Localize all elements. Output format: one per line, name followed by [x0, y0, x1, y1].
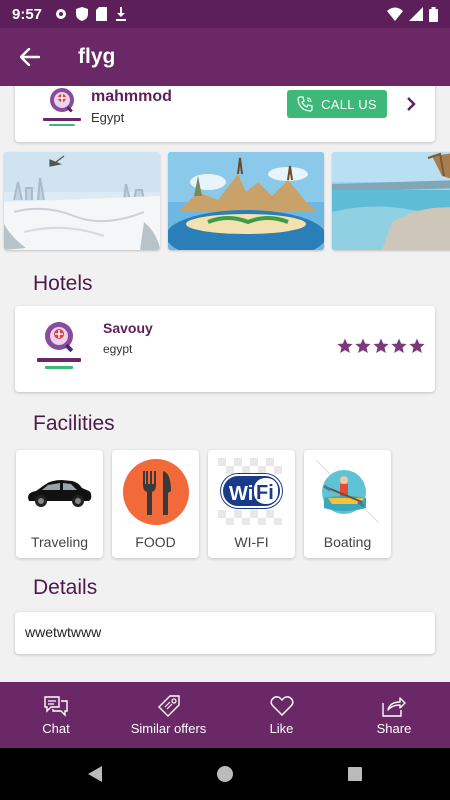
phone-icon: [297, 96, 313, 112]
hotel-rating: [337, 338, 425, 354]
facility-label: Boating: [323, 534, 372, 550]
facility-label: Traveling: [30, 534, 89, 550]
facilities-heading: Facilities: [33, 412, 115, 435]
status-time: 9:57: [12, 5, 43, 23]
car-icon: [26, 458, 93, 525]
bottom-navigation: Chat Similar offers Like Share: [0, 682, 450, 748]
photo-gallery[interactable]: [0, 152, 450, 250]
call-us-label: CALL US: [321, 96, 377, 112]
gallery-image-city[interactable]: [4, 152, 160, 250]
triangle-back-icon: [88, 766, 102, 782]
system-navigation-bar: [0, 748, 450, 800]
nav-label: Similar offers: [130, 720, 207, 736]
details-text: wwetwtwww: [15, 612, 435, 654]
nav-label: Chat: [42, 720, 70, 736]
star-icon: [355, 338, 371, 353]
svg-text:Wi: Wi: [229, 483, 253, 505]
facility-traveling[interactable]: Traveling: [16, 450, 103, 558]
square-recents-icon: [348, 767, 362, 781]
system-recents-button[interactable]: [340, 759, 370, 789]
agency-logo: [43, 88, 81, 126]
notification-icons: [54, 7, 127, 21]
call-us-button[interactable]: CALL US: [287, 90, 387, 118]
star-icon: [373, 338, 389, 353]
agent-name: mahmmod: [91, 88, 172, 105]
battery-icon: [429, 6, 438, 22]
arrow-left-icon: [20, 48, 40, 66]
world-landmarks-image: [168, 152, 324, 250]
nav-like[interactable]: Like: [225, 682, 338, 748]
system-status-icons: [387, 6, 438, 22]
facility-wifi[interactable]: Wi Fi WI-FI: [208, 450, 295, 558]
page-title: flyg: [78, 45, 116, 68]
hotel-country: egypt: [103, 342, 133, 356]
facility-food[interactable]: FOOD: [112, 450, 199, 558]
nav-label: Like: [269, 720, 294, 736]
cell-signal-icon: [409, 7, 423, 21]
chevron-right-icon: [407, 97, 416, 111]
system-home-button[interactable]: [210, 759, 240, 789]
hotel-name: Savouy: [103, 320, 153, 336]
back-button[interactable]: [0, 28, 60, 86]
chat-icon: [44, 695, 68, 717]
gallery-image-beach[interactable]: [332, 152, 450, 250]
tag-icon: [157, 694, 180, 717]
gear-icon: [56, 9, 67, 19]
nav-share[interactable]: Share: [338, 682, 450, 748]
main-content[interactable]: mahmmod Egypt CALL US Hotels Savouy egyp…: [0, 86, 450, 682]
wifi-icon: Wi Fi: [218, 458, 285, 525]
hotel-logo: [37, 322, 81, 369]
gallery-image-world[interactable]: [168, 152, 324, 250]
app-bar: flyg: [0, 28, 450, 86]
hotel-card[interactable]: Savouy egypt: [15, 306, 435, 392]
svg-text:Fi: Fi: [256, 482, 274, 504]
beach-image: [332, 152, 450, 250]
facility-boating[interactable]: Boating: [304, 450, 391, 558]
fork-knife-icon: [122, 458, 189, 525]
circle-home-icon: [217, 766, 233, 782]
agent-details-button[interactable]: [401, 90, 421, 118]
heart-icon: [269, 695, 294, 716]
boat-icon: [314, 458, 381, 525]
agent-country: Egypt: [91, 110, 125, 125]
agent-card: mahmmod Egypt CALL US: [15, 86, 435, 142]
nav-label: Share: [376, 720, 412, 736]
hotels-heading: Hotels: [33, 272, 93, 295]
star-icon: [337, 338, 353, 353]
facility-label: WI-FI: [234, 534, 269, 550]
star-icon: [409, 338, 425, 353]
star-icon: [391, 338, 407, 353]
status-bar: 9:57: [0, 0, 450, 28]
share-icon: [382, 696, 406, 717]
download-icon: [116, 7, 127, 21]
nav-chat[interactable]: Chat: [0, 682, 112, 748]
wifi-signal-icon: [387, 7, 403, 21]
nav-similar-offers[interactable]: Similar offers: [112, 682, 225, 748]
facilities-list: Traveling FOOD Wi Fi WI-FI Boating: [16, 450, 391, 558]
sd-card-icon: [96, 7, 108, 21]
system-back-button[interactable]: [80, 759, 110, 789]
city-map-image: [4, 152, 160, 250]
details-heading: Details: [33, 576, 98, 599]
facility-label: FOOD: [135, 534, 176, 550]
shield-icon: [76, 7, 89, 21]
